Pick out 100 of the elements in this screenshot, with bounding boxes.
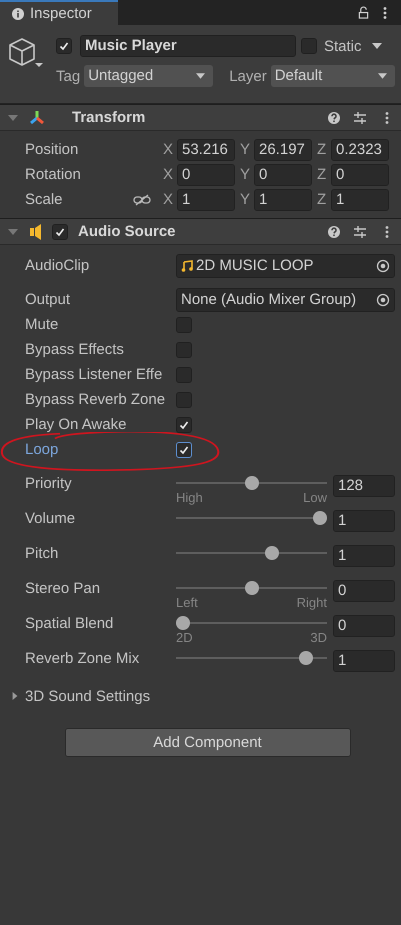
- checkbox[interactable]: [176, 342, 192, 358]
- number-field[interactable]: 0: [177, 164, 235, 186]
- slider-max-label: Low: [303, 491, 327, 505]
- lock-icon[interactable]: [358, 6, 369, 20]
- component-title: Transform: [72, 109, 146, 126]
- number-field[interactable]: 0: [333, 615, 395, 637]
- object-picker-icon[interactable]: [376, 258, 390, 272]
- axis-label: Z: [317, 141, 328, 158]
- check-icon: [54, 226, 66, 238]
- checkbox[interactable]: [176, 442, 192, 458]
- tag-label: Tag: [56, 68, 80, 84]
- foldout-arrow-icon[interactable]: [11, 691, 19, 701]
- checkbox[interactable]: [176, 392, 192, 408]
- help-icon[interactable]: [327, 224, 341, 238]
- number-field[interactable]: 53.216: [177, 138, 235, 160]
- foldout-arrow-icon[interactable]: [8, 226, 18, 236]
- axis-label: Y: [240, 166, 252, 183]
- axis-label: X: [163, 141, 174, 158]
- slider-min-label: 2D: [176, 631, 193, 645]
- number-field[interactable]: 0: [333, 580, 395, 602]
- axis-label: Z: [317, 166, 328, 183]
- property-label: Bypass Listener Effe: [25, 366, 164, 383]
- slider-handle[interactable]: [299, 651, 314, 665]
- object-picker-icon[interactable]: [376, 292, 390, 306]
- check-icon: [58, 40, 70, 52]
- slider[interactable]: [176, 510, 327, 526]
- axis-label: X: [163, 166, 174, 183]
- slider-max-label: 3D: [310, 631, 327, 645]
- slider-min-label: Left: [176, 596, 198, 610]
- foldout-header[interactable]: 3D Sound Settings: [11, 681, 395, 711]
- checkbox[interactable]: [176, 316, 192, 332]
- number-field[interactable]: 0: [331, 164, 389, 186]
- slider[interactable]: [176, 475, 327, 491]
- property-label: Output: [25, 291, 72, 308]
- tag-dropdown[interactable]: Untagged: [84, 65, 214, 87]
- cube-icon[interactable]: [6, 36, 46, 70]
- slider-max-label: Right: [296, 596, 327, 610]
- more-icon[interactable]: [385, 110, 389, 124]
- number-field[interactable]: 1: [331, 188, 389, 210]
- slider-handle[interactable]: [244, 581, 258, 595]
- presets-icon[interactable]: [353, 224, 367, 238]
- check-icon: [178, 418, 190, 430]
- more-icon[interactable]: [385, 224, 389, 238]
- caret-icon[interactable]: [372, 43, 382, 49]
- number-field[interactable]: 26.197: [254, 138, 312, 160]
- slider[interactable]: [176, 545, 327, 561]
- checkbox[interactable]: [176, 416, 192, 432]
- property-label: Rotation: [25, 166, 82, 183]
- active-checkbox[interactable]: [56, 38, 72, 54]
- axis-label: Y: [240, 191, 252, 208]
- caret-icon: [196, 73, 206, 79]
- number-field[interactable]: 128: [333, 475, 395, 497]
- number-field[interactable]: 0: [254, 164, 312, 186]
- property-label: Spatial Blend: [25, 615, 114, 632]
- check-icon: [178, 444, 190, 456]
- help-icon[interactable]: [327, 110, 341, 124]
- slider[interactable]: [176, 615, 327, 631]
- property-label: Bypass Effects: [25, 341, 125, 358]
- add-component-button[interactable]: Add Component: [64, 728, 350, 757]
- checkbox[interactable]: [176, 366, 192, 382]
- number-field[interactable]: 1: [254, 188, 312, 210]
- property-label: Bypass Reverb Zone: [25, 391, 166, 408]
- caret-icon: [378, 73, 387, 79]
- more-icon[interactable]: [383, 6, 387, 20]
- property-label: Scale: [25, 191, 64, 208]
- property-label: Stereo Pan: [25, 580, 102, 597]
- inspector-tab[interactable]: Inspector: [0, 0, 118, 25]
- axis-label: Y: [240, 141, 252, 158]
- object-field[interactable]: None (Audio Mixer Group): [176, 288, 395, 312]
- property-label: Loop: [25, 441, 60, 458]
- axis-label: Z: [317, 191, 328, 208]
- property-label: Mute: [25, 316, 60, 333]
- link-icon[interactable]: [133, 194, 151, 206]
- layer-label: Layer: [229, 68, 267, 84]
- presets-icon[interactable]: [353, 110, 367, 124]
- property-label: Reverb Zone Mix: [25, 650, 140, 667]
- property-label: Volume: [25, 510, 76, 527]
- object-field[interactable]: 2D MUSIC LOOP: [176, 254, 395, 278]
- number-field[interactable]: 1: [333, 650, 395, 672]
- slider[interactable]: [176, 580, 327, 596]
- axes-icon: [28, 108, 46, 126]
- slider-handle[interactable]: [176, 616, 190, 630]
- number-field[interactable]: 1: [177, 188, 235, 210]
- number-field[interactable]: 1: [333, 545, 395, 567]
- number-field[interactable]: 1: [333, 510, 395, 532]
- axis-label: X: [163, 191, 174, 208]
- slider-min-label: High: [176, 491, 203, 505]
- foldout-arrow-icon[interactable]: [8, 112, 18, 122]
- slider-handle[interactable]: [244, 476, 258, 490]
- layer-dropdown[interactable]: Default: [270, 65, 395, 87]
- name-field[interactable]: Music Player: [80, 35, 296, 57]
- number-field[interactable]: 0.2323: [331, 138, 389, 160]
- slider-handle[interactable]: [313, 511, 327, 525]
- enabled-checkbox[interactable]: [52, 224, 68, 240]
- slider[interactable]: [176, 650, 327, 666]
- music-note-icon: [181, 260, 193, 272]
- static-checkbox[interactable]: [301, 38, 317, 54]
- static-label: Static: [324, 38, 362, 54]
- slider-handle[interactable]: [265, 546, 280, 560]
- component-title: Audio Source: [78, 223, 177, 240]
